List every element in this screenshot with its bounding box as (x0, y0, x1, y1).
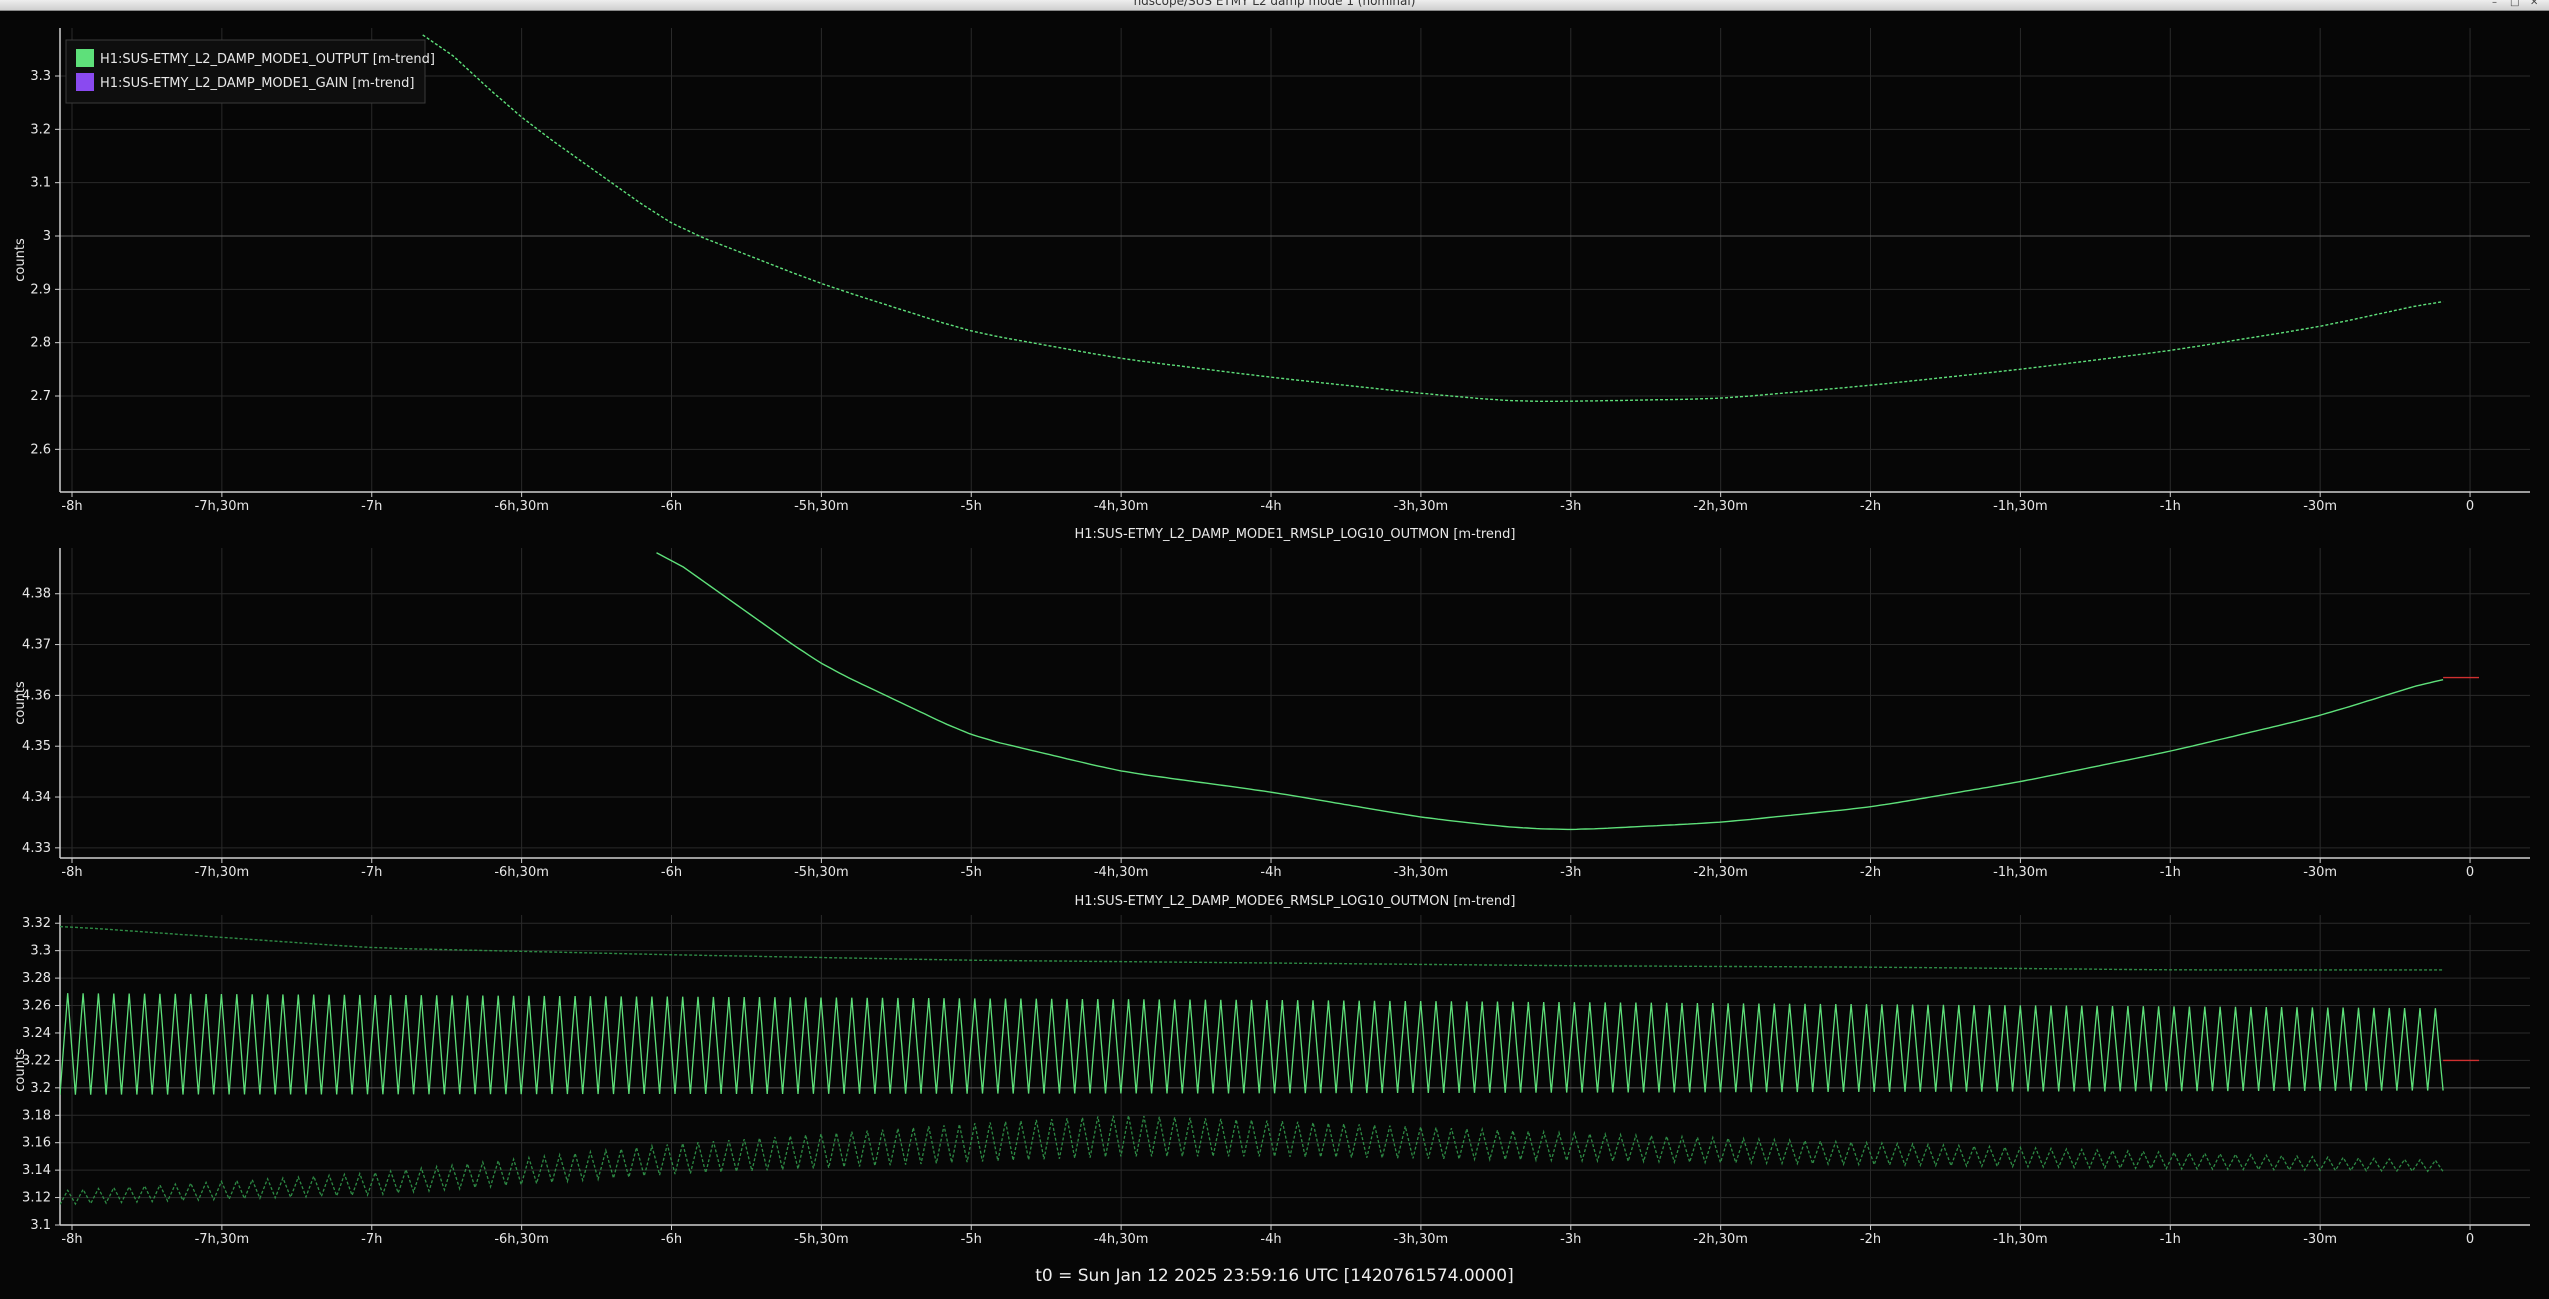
x-tick-label: -6h,30m (494, 865, 549, 880)
y-tick-label: 4.38 (22, 587, 51, 602)
x-tick-label: -7h,30m (195, 865, 250, 880)
x-tick-label: -7h (361, 865, 382, 880)
x-tick-label: -4h,30m (1094, 865, 1149, 880)
legend-box (65, 39, 426, 104)
y-axis-label: counts (13, 238, 28, 282)
y-tick-label: 3 (43, 229, 51, 244)
plot-2: H1:SUS-ETMY_L2_DAMP_MODE1_RMSLP_LOG10_OU… (13, 527, 2530, 880)
x-tick-label: -30m (2303, 865, 2337, 880)
x-tick-label: -3h (1560, 1232, 1581, 1247)
x-tick-label: -2h,30m (1693, 499, 1748, 514)
x-tick-label: -5h (961, 1232, 982, 1247)
y-tick-label: 3.12 (22, 1191, 51, 1206)
y-tick-label: 2.7 (30, 389, 51, 404)
x-tick-label: -2h,30m (1693, 865, 1748, 880)
x-tick-label: -4h (1260, 1232, 1281, 1247)
x-tick-label: -8h (61, 865, 82, 880)
y-tick-label: 3.24 (22, 1026, 51, 1041)
y-tick-label: 2.6 (30, 442, 51, 457)
y-tick-label: 4.35 (22, 739, 51, 754)
series-line-mean (60, 993, 2444, 1095)
x-tick-label: -5h,30m (794, 865, 849, 880)
y-axis-label: counts (13, 1048, 28, 1092)
series-line-min (60, 1115, 2444, 1206)
x-tick-label: -7h (361, 499, 382, 514)
x-tick-label: -1h,30m (1993, 499, 2048, 514)
x-tick-label: -8h (61, 1232, 82, 1247)
y-tick-label: 3.18 (22, 1108, 51, 1123)
legend-swatch (76, 73, 94, 91)
x-tick-label: -30m (2303, 1232, 2337, 1247)
t0-label: t0 = Sun Jan 12 2025 23:59:16 UTC [14207… (1035, 1266, 1514, 1286)
x-tick-label: -6h (661, 865, 682, 880)
x-tick-label: -5h,30m (794, 499, 849, 514)
x-tick-label: -6h (661, 499, 682, 514)
x-tick-label: -5h (961, 499, 982, 514)
y-tick-label: 3.2 (30, 1081, 51, 1096)
y-tick-label: 4.34 (22, 790, 51, 805)
x-tick-label: -1h,30m (1993, 865, 2048, 880)
y-tick-label: 3.14 (22, 1163, 51, 1178)
x-tick-label: -3h,30m (1394, 499, 1449, 514)
plot-3: H1:SUS-ETMY_L2_DAMP_MODE6_RMSLP_LOG10_OU… (13, 894, 2530, 1247)
x-tick-label: -2h (1860, 1232, 1881, 1247)
x-tick-label: -3h,30m (1394, 865, 1449, 880)
x-tick-label: -1h (2160, 499, 2181, 514)
y-tick-label: 4.37 (22, 638, 51, 653)
y-tick-label: 3.1 (30, 1218, 51, 1233)
x-tick-label: -8h (61, 499, 82, 514)
series-group (60, 925, 2479, 1206)
y-tick-label: 3.2 (30, 122, 51, 137)
x-tick-label: -6h (661, 1232, 682, 1247)
x-tick-label: -5h,30m (794, 1232, 849, 1247)
x-tick-label: 0 (2466, 865, 2474, 880)
y-tick-label: 2.8 (30, 336, 51, 351)
x-tick-label: 0 (2466, 499, 2474, 514)
y-tick-label: 3.32 (22, 916, 51, 931)
legend-swatch (76, 49, 94, 67)
x-tick-label: -3h,30m (1394, 1232, 1449, 1247)
legend-label: H1:SUS-ETMY_L2_DAMP_MODE1_GAIN [m-trend] (100, 76, 414, 91)
x-tick-label: -6h,30m (494, 499, 549, 514)
legend-label: H1:SUS-ETMY_L2_DAMP_MODE1_OUTPUT [m-tren… (100, 52, 435, 67)
x-tick-label: -1h (2160, 1232, 2181, 1247)
x-tick-label: -4h (1260, 499, 1281, 514)
y-tick-label: 3.26 (22, 999, 51, 1014)
x-tick-label: -4h,30m (1094, 499, 1149, 514)
plots-area[interactable]: -8h -7h,30m -7h -6h,30m -6h -5h,30m -5h -4h,30m… (0, 0, 2549, 1299)
x-tick-label: -3h (1560, 499, 1581, 514)
plot-1: -8h -7h,30m -7h -6h,30m -6h -5h,30m -5h -4h,30m… (13, 28, 2530, 514)
x-tick-label: -2h (1860, 865, 1881, 880)
y-tick-label: 3.3 (30, 944, 51, 959)
x-tick-label: -7h (361, 1232, 382, 1247)
x-tick-label: -4h (1260, 865, 1281, 880)
series-group (422, 34, 2444, 402)
x-tick-label: -5h (961, 865, 982, 880)
y-tick-label: 3.16 (22, 1136, 51, 1151)
series-line-h1-sus-etmy-l2-damp-mode1-output-m-trend- (422, 34, 2444, 402)
y-tick-label: 3.3 (30, 69, 51, 84)
y-axis-label: counts (13, 681, 28, 725)
x-tick-label: -2h,30m (1693, 1232, 1748, 1247)
y-tick-label: 4.33 (22, 841, 51, 856)
x-tick-label: -7h,30m (195, 1232, 250, 1247)
x-tick-label: -30m (2303, 499, 2337, 514)
y-tick-label: 3.1 (30, 176, 51, 191)
plot-title: H1:SUS-ETMY_L2_DAMP_MODE6_RMSLP_LOG10_OU… (1075, 894, 1516, 909)
series-line-max (60, 925, 2444, 971)
y-tick-label: 2.9 (30, 282, 51, 297)
x-tick-label: -3h (1560, 865, 1581, 880)
legend: H1:SUS-ETMY_L2_DAMP_MODE1_OUTPUT [m-tren… (65, 39, 435, 104)
x-tick-label: -4h,30m (1094, 1232, 1149, 1247)
y-tick-label: 3.28 (22, 971, 51, 986)
x-tick-label: -7h,30m (195, 499, 250, 514)
x-tick-label: -1h,30m (1993, 1232, 2048, 1247)
x-tick-label: 0 (2466, 1232, 2474, 1247)
x-tick-label: -6h,30m (494, 1232, 549, 1247)
plot-title: H1:SUS-ETMY_L2_DAMP_MODE1_RMSLP_LOG10_OU… (1075, 527, 1516, 542)
x-tick-label: -1h (2160, 865, 2181, 880)
x-tick-label: -2h (1860, 499, 1881, 514)
